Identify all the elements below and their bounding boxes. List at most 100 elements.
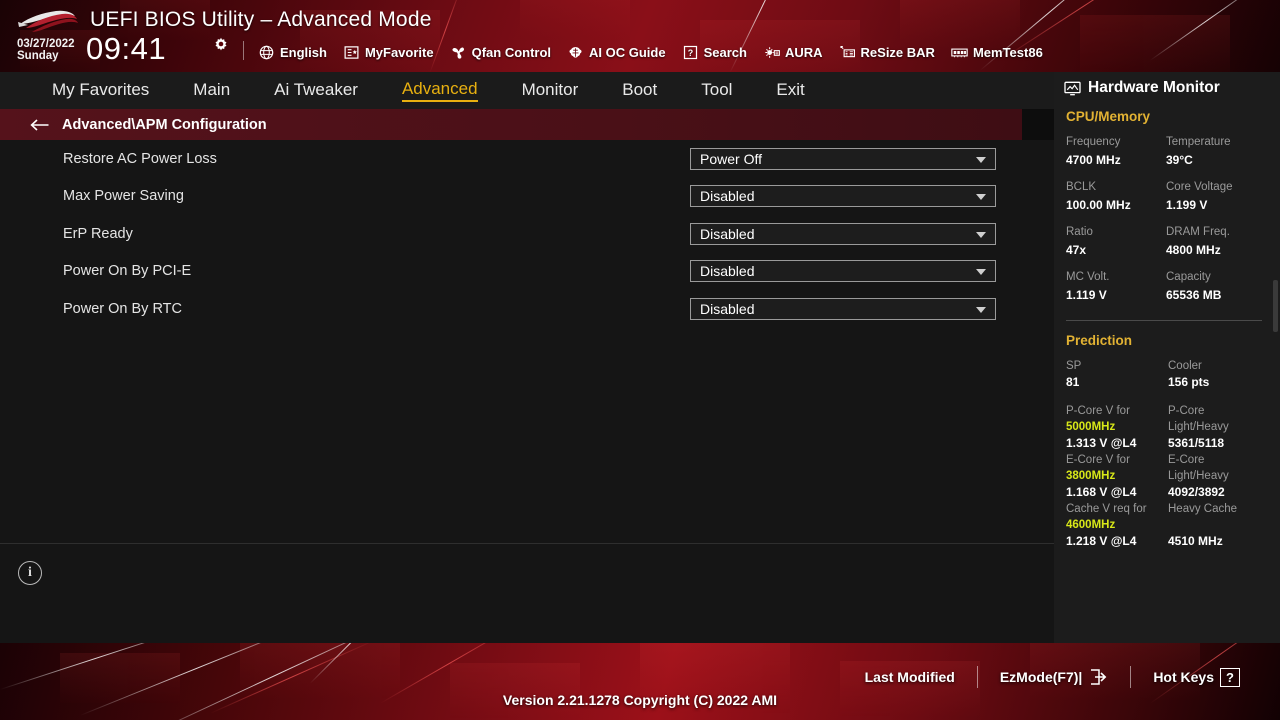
nav-item-monitor[interactable]: Monitor [522,80,579,102]
stat-key: Core Voltage [1166,181,1233,193]
pred-key-highlight: 5000MHz [1066,421,1116,433]
question-box-icon: ? [682,44,699,60]
prediction-value: 81 [1066,375,1080,389]
page-title: UEFI BIOS Utility – Advanced Mode [90,8,432,31]
lighting-icon [763,44,780,60]
prediction-value: 1.218 V @L4 [1066,534,1137,548]
setting-label: Power On By RTC [63,300,182,317]
setting-dropdown-erp-ready[interactable]: Disabled [690,222,996,245]
stat-value: 47x [1066,243,1087,257]
pred-key-text: P-Core [1168,405,1205,417]
toolbar-item-memtest86[interactable]: MemTest86 [951,44,1052,60]
info-icon[interactable]: i [18,561,42,585]
sidebar-section-cpu-memory: CPU/Memory [1066,109,1151,124]
prediction-key: SP [1066,360,1082,372]
dropdown-value: Disabled [700,263,755,280]
rog-logo-icon [16,8,78,38]
setting-label: Max Power Saving [63,188,184,205]
pred-key-text: Cache V req for [1066,503,1147,515]
nav-item-tool[interactable]: Tool [701,80,732,102]
nav-item-boot[interactable]: Boot [622,80,657,102]
gear-icon[interactable] [213,37,229,53]
chevron-down-icon [976,156,986,163]
stat-value: 1.199 V [1166,198,1208,212]
nav-item-main[interactable]: Main [193,80,230,102]
toolbar-item-qfan-control[interactable]: Qfan Control [450,44,560,60]
toolbar-label: ReSize BAR [860,44,935,60]
setting-dropdown-power-on-by-rtc[interactable]: Disabled [690,297,996,320]
footer-bar: Last Modified EzMode(F7)| Hot Keys ? [0,643,1280,720]
stat-key: Capacity [1166,271,1211,283]
prediction-stats: SP Cooler 81 156 pts P-Core V for 5000MH… [1066,358,1275,550]
nav-item-advanced[interactable]: Advanced [401,79,478,102]
sidebar-scrollbar-thumb[interactable] [1273,280,1278,332]
exit-arrow-icon [1088,668,1108,686]
brain-icon [567,44,584,60]
breadcrumb: Advanced\APM Configuration [0,109,1022,140]
footer-link-label: Hot Keys [1153,669,1214,685]
stat-key: MC Volt. [1066,271,1110,283]
prediction-value: 5361/5118 [1168,436,1225,450]
date-display: 03/27/2022 Sunday [17,38,75,63]
footer-link-label: Last Modified [864,669,955,685]
hardware-monitor-title: Hardware Monitor [1088,79,1220,96]
stat-value: 65536 MB [1166,288,1222,302]
toolbar-label: AURA [784,44,823,60]
hardware-monitor-panel: Hardware Monitor CPU/Memory Frequency Te… [1054,72,1280,643]
prediction-value: 4510 MHz [1168,534,1223,548]
setting-dropdown-max-power-saving[interactable]: Disabled [690,185,996,208]
pred-key-text2: Light/Heavy [1168,421,1229,433]
weekday-value: Sunday [17,50,59,63]
footer-hot-keys[interactable]: Hot Keys ? [1131,667,1262,687]
header-divider [243,41,244,60]
stat-key: Temperature [1166,136,1231,148]
prediction-value: 4092/3892 [1168,485,1225,499]
prediction-value: 156 pts [1168,375,1210,389]
toolbar-label: English [280,44,327,60]
pred-key-text2: Light/Heavy [1168,470,1229,482]
monitor-icon [1064,81,1081,96]
setting-row-erp-ready: ErP Ready Disabled [0,215,1054,253]
setting-dropdown-power-on-by-pci-e[interactable]: Disabled [690,260,996,283]
stat-value: 1.119 V [1066,288,1107,302]
footer-ezmode[interactable]: EzMode(F7)| [978,668,1130,686]
fan-icon [450,44,467,60]
setting-label: Restore AC Power Loss [63,150,217,167]
footer-links: Last Modified EzMode(F7)| Hot Keys ? [843,666,1262,688]
nav-item-ai-tweaker[interactable]: Ai Tweaker [274,80,358,102]
sidebar-divider [1066,320,1262,321]
toolbar-item-myfavorite[interactable]: MyFavorite [343,44,443,60]
toolbar-item-aura[interactable]: AURA [763,44,832,60]
back-arrow-icon[interactable] [30,117,50,133]
pred-key-text: Heavy Cache [1168,503,1238,515]
nav-item-my-favorites[interactable]: My Favorites [52,80,149,102]
resize-bar-icon [839,44,856,60]
pred-key-text: E-Core [1168,454,1205,466]
toolbar-item-ai-oc-guide[interactable]: AI OC Guide [567,44,675,60]
nav-item-exit[interactable]: Exit [776,80,804,102]
toolbar-item-english[interactable]: English [258,44,336,60]
chevron-down-icon [976,306,986,313]
setting-row-max-power-saving: Max Power Saving Disabled [0,178,1054,216]
toolbar-label: Search [703,44,747,60]
prediction-key: Cache V req for 4600MHz [1066,501,1168,533]
setting-label: ErP Ready [63,225,133,242]
stat-key: Ratio [1066,226,1093,238]
setting-dropdown-restore-ac-power-loss[interactable]: Power Off [690,147,996,170]
prediction-key: E-Core Light/Heavy [1168,452,1275,484]
pred-key-highlight: 4600MHz [1066,519,1116,531]
question-box-icon: ? [1220,667,1240,687]
prediction-key: Cooler [1168,360,1202,372]
toolbar-item-search[interactable]: ? Search [682,44,756,60]
prediction-value: 1.313 V @L4 [1066,436,1137,450]
footer-last-modified[interactable]: Last Modified [843,669,977,685]
toolbar-item-resize-bar[interactable]: ReSize BAR [839,44,944,60]
pred-key-text: P-Core V for [1066,405,1130,417]
globe-icon [258,44,275,60]
prediction-key: Heavy Cache [1168,501,1275,533]
svg-text:?: ? [687,47,692,57]
dropdown-value: Disabled [700,300,755,317]
dropdown-value: Disabled [700,188,755,205]
prediction-key: E-Core V for 3800MHz [1066,452,1168,484]
stat-value: 100.00 MHz [1066,198,1131,212]
